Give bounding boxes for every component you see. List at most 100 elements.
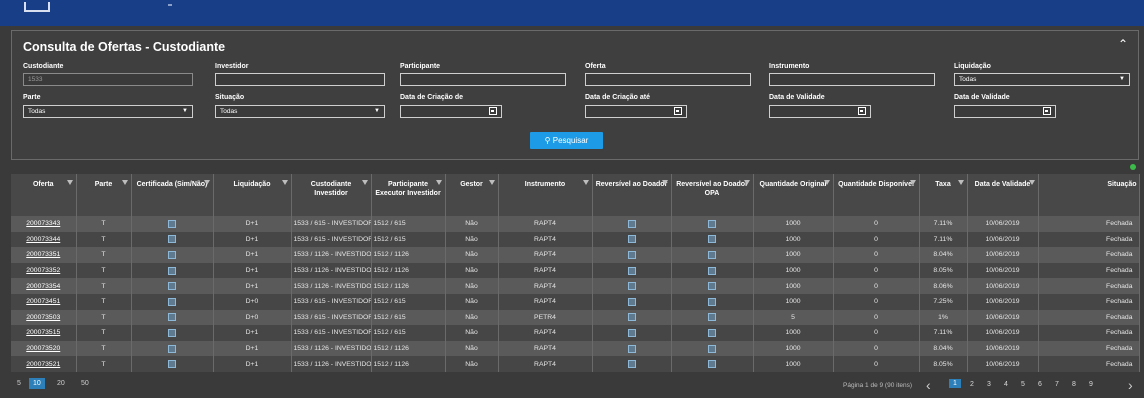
- parte-select[interactable]: Todas ▼: [23, 105, 193, 118]
- table-row[interactable]: 200073344 T D+1 1533 / 615 - INVESTIDOR 1512…: [11, 231, 1140, 248]
- checkbox-icon[interactable]: [627, 344, 636, 353]
- filter-icon[interactable]: [743, 180, 750, 185]
- column-header[interactable]: Gestor: [445, 174, 499, 216]
- checkbox-icon[interactable]: [708, 297, 716, 306]
- checkbox-icon[interactable]: [168, 219, 176, 228]
- page-number[interactable]: 3: [987, 381, 991, 388]
- checkbox-icon[interactable]: [708, 282, 716, 291]
- checkbox-icon[interactable]: [627, 282, 636, 291]
- column-header[interactable]: Liquidação: [213, 174, 292, 216]
- checkbox-icon[interactable]: [168, 328, 176, 337]
- checkbox-icon[interactable]: [708, 219, 716, 228]
- filter-icon[interactable]: [1028, 180, 1035, 185]
- column-header[interactable]: Participante Executor Investidor: [371, 174, 446, 216]
- column-header[interactable]: Quantidade Disponível: [833, 174, 920, 216]
- table-row[interactable]: 200073503 T D+0 1533 / 615 - INVESTIDOR 1512…: [11, 309, 1140, 326]
- chevron-left-icon[interactable]: ‹: [926, 377, 931, 393]
- filter-icon[interactable]: [957, 180, 964, 185]
- calendar-icon[interactable]: [674, 107, 682, 115]
- investidor-field[interactable]: [215, 73, 385, 86]
- situacao-select[interactable]: Todas ▼: [215, 105, 385, 118]
- column-header[interactable]: Parte: [76, 174, 132, 216]
- checkbox-icon[interactable]: [708, 344, 716, 353]
- page-size-option[interactable]: 5: [17, 380, 21, 387]
- checkbox-icon[interactable]: [708, 235, 716, 244]
- data-validade-field[interactable]: [769, 105, 871, 118]
- filter-icon[interactable]: [203, 180, 210, 185]
- table-row[interactable]: 200073451 T D+0 1533 / 615 - INVESTIDOR 1512…: [11, 293, 1140, 310]
- page-size-option[interactable]: 50: [81, 380, 89, 387]
- cell-oferta[interactable]: 200073354: [11, 278, 77, 294]
- cell-oferta[interactable]: 200073343: [11, 216, 77, 232]
- filter-icon[interactable]: [488, 180, 495, 185]
- page-number[interactable]: 6: [1038, 381, 1042, 388]
- page-number[interactable]: 4: [1004, 381, 1008, 388]
- column-header[interactable]: Reversível ao Doador OPA: [671, 174, 754, 216]
- table-row[interactable]: 200073354 T D+1 1533 / 1126 - INVESTIDOR 151…: [11, 278, 1140, 294]
- checkbox-icon[interactable]: [708, 313, 716, 322]
- checkbox-icon[interactable]: [627, 266, 636, 275]
- column-header[interactable]: Reversível ao Doador: [592, 174, 672, 216]
- cell-oferta[interactable]: 200073503: [11, 309, 77, 326]
- table-row[interactable]: 200073352 T D+1 1533 / 1126 - INVESTIDOR 151…: [11, 262, 1140, 279]
- checkbox-icon[interactable]: [708, 250, 716, 259]
- filter-icon[interactable]: [361, 180, 368, 185]
- page-size-option[interactable]: 20: [57, 380, 65, 387]
- chevron-up-icon[interactable]: ⌃: [1118, 37, 1128, 51]
- instrumento-field[interactable]: [769, 73, 935, 86]
- checkbox-icon[interactable]: [168, 344, 176, 353]
- column-header[interactable]: Certificada (Sim/Não): [131, 174, 214, 216]
- filter-icon[interactable]: [909, 180, 916, 185]
- filter-icon[interactable]: [435, 180, 442, 185]
- page-number[interactable]: 2: [970, 381, 974, 388]
- table-row[interactable]: 200073351 T D+1 1533 / 1126 - INVESTIDOR 151…: [11, 247, 1140, 263]
- liquidacao-select[interactable]: Todas ▼: [954, 73, 1130, 86]
- column-header[interactable]: Custodiante Investidor: [291, 174, 372, 216]
- data-validade-field-2[interactable]: [954, 105, 1056, 118]
- cell-oferta[interactable]: 200073521: [11, 356, 77, 372]
- cell-oferta[interactable]: 200073451: [11, 293, 77, 310]
- checkbox-icon[interactable]: [708, 328, 716, 337]
- calendar-icon[interactable]: [489, 107, 497, 115]
- checkbox-icon[interactable]: [627, 235, 636, 244]
- checkbox-icon[interactable]: [627, 250, 636, 259]
- oferta-field[interactable]: [585, 73, 751, 86]
- column-header[interactable]: Oferta: [11, 174, 77, 216]
- checkbox-icon[interactable]: [708, 266, 716, 275]
- page-number[interactable]: 8: [1072, 381, 1076, 388]
- checkbox-icon[interactable]: [168, 235, 176, 244]
- cell-oferta[interactable]: 200073515: [11, 325, 77, 341]
- checkbox-icon[interactable]: [627, 219, 636, 228]
- column-header[interactable]: Instrumento: [498, 174, 593, 216]
- checkbox-icon[interactable]: [627, 360, 636, 369]
- column-header[interactable]: Data de Validade: [967, 174, 1039, 216]
- table-row[interactable]: 200073515 T D+1 1533 / 615 - INVESTIDOR 1512…: [11, 325, 1140, 341]
- checkbox-icon[interactable]: [627, 297, 636, 306]
- chevron-right-icon[interactable]: ›: [1128, 377, 1133, 393]
- checkbox-icon[interactable]: [168, 297, 176, 306]
- page-number[interactable]: 9: [1089, 381, 1093, 388]
- table-row[interactable]: 200073521 T D+1 1533 / 1126 - INVESTIDOR 151…: [11, 356, 1140, 372]
- brand-logo[interactable]: [24, 2, 50, 12]
- filter-icon[interactable]: [582, 180, 589, 185]
- table-row[interactable]: 200073520 T D+1 1533 / 1126 - INVESTIDOR 151…: [11, 340, 1140, 357]
- checkbox-icon[interactable]: [168, 313, 176, 322]
- checkbox-icon[interactable]: [627, 328, 636, 337]
- filter-icon[interactable]: [823, 180, 830, 185]
- checkbox-icon[interactable]: [168, 360, 176, 369]
- cell-oferta[interactable]: 200073344: [11, 231, 77, 248]
- filter-icon[interactable]: [121, 180, 128, 185]
- checkbox-icon[interactable]: [168, 266, 176, 275]
- page-size-option[interactable]: 10: [29, 378, 45, 389]
- filter-icon[interactable]: [661, 180, 668, 185]
- cell-oferta[interactable]: 200073351: [11, 247, 77, 263]
- table-row[interactable]: 200073343 T D+1 1533 / 615 - INVESTIDOR 1512…: [11, 216, 1140, 232]
- participante-field[interactable]: [400, 73, 566, 86]
- calendar-icon[interactable]: [858, 107, 866, 115]
- checkbox-icon[interactable]: [168, 282, 176, 291]
- filter-icon[interactable]: [281, 180, 288, 185]
- cell-oferta[interactable]: 200073352: [11, 262, 77, 279]
- search-button[interactable]: ⚲ Pesquisar: [530, 132, 603, 149]
- filter-icon[interactable]: [66, 180, 73, 185]
- page-number[interactable]: 7: [1055, 381, 1059, 388]
